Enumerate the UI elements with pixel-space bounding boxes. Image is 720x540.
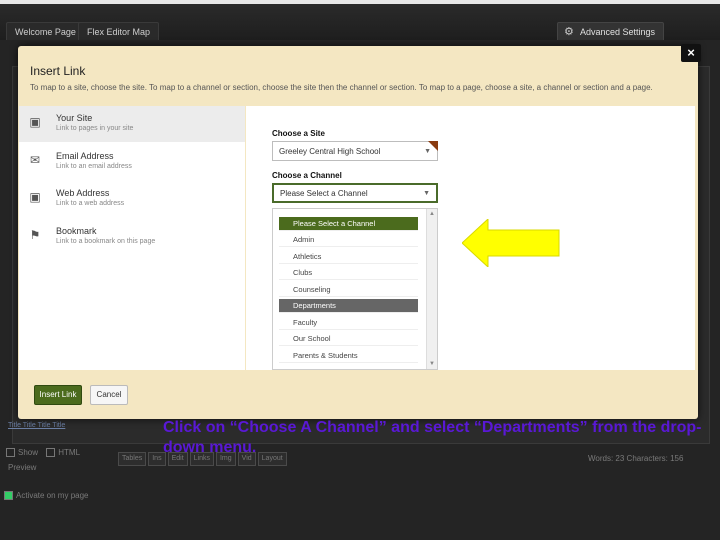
- option-title: Email Address: [56, 151, 114, 161]
- show-checkbox[interactable]: [6, 448, 15, 458]
- channel-dropdown-list[interactable]: Please Select a Channel Admin Athletics …: [272, 208, 438, 370]
- dropdown-scrollbar[interactable]: ▲ ▼: [426, 209, 437, 369]
- activate-checkbox[interactable]: [4, 491, 13, 501]
- preview-link[interactable]: Preview: [8, 463, 36, 472]
- html-checkbox-label: HTML: [58, 448, 81, 457]
- show-checkbox-label: Show: [18, 448, 39, 457]
- option-title: Bookmark: [56, 226, 97, 236]
- advanced-settings-label: Advanced Settings: [580, 27, 656, 37]
- dropdown-option-faculty[interactable]: Faculty: [279, 316, 418, 330]
- cancel-button[interactable]: Cancel: [90, 385, 128, 405]
- option-desc: Link to an email address: [56, 163, 132, 170]
- dropdown-option-departments[interactable]: Departments: [279, 299, 418, 313]
- activate-label: Activate on my page: [16, 491, 89, 500]
- instruction-annotation: Click on “Choose A Channel” and select “…: [163, 419, 702, 456]
- dropdown-option-please-select[interactable]: Please Select a Channel: [279, 217, 418, 231]
- dropdown-option-counseling[interactable]: Counseling: [279, 283, 418, 297]
- option-title: Web Address: [56, 188, 110, 198]
- option-desc: Link to a web address: [56, 200, 125, 207]
- activate-row[interactable]: Activate on my page: [4, 491, 89, 501]
- tab-welcome-page[interactable]: Welcome Page: [6, 22, 85, 41]
- advanced-settings-button[interactable]: ⚙ Advanced Settings: [557, 22, 665, 42]
- top-toolbar: Welcome Page Flex Editor Map ⚙ Advanced …: [0, 0, 720, 42]
- dropdown-option-clubs[interactable]: Clubs: [279, 266, 418, 280]
- show-checkbox-row[interactable]: Show HTML: [6, 448, 81, 458]
- dialog-title: Insert Link: [30, 64, 86, 78]
- site-icon: ▣: [29, 115, 41, 129]
- link-option-web-address[interactable]: ▣ Web Address Link to a web address: [19, 181, 245, 217]
- dropdown-option-athletics[interactable]: Athletics: [279, 250, 418, 264]
- site-select[interactable]: Greeley Central High School ▼: [272, 141, 438, 161]
- link-option-your-site[interactable]: ▣ Your Site Link to pages in your site: [19, 106, 245, 142]
- background-link[interactable]: Title Title Title Title: [8, 422, 65, 429]
- gear-icon: ⚙: [564, 26, 574, 38]
- site-select-value: Greeley Central High School: [279, 147, 381, 156]
- link-option-email[interactable]: ✉ Email Address Link to an email address: [19, 144, 245, 180]
- option-desc: Link to pages in your site: [56, 125, 134, 132]
- site-label: Choose a Site: [272, 129, 325, 138]
- dropdown-option-our-school[interactable]: Our School: [279, 332, 418, 346]
- chevron-down-icon: ▼: [423, 190, 430, 197]
- yellow-arrow-icon: [462, 219, 560, 267]
- tab-flex-editor-map[interactable]: Flex Editor Map: [78, 22, 160, 41]
- link-option-bookmark[interactable]: ⚑ Bookmark Link to a bookmark on this pa…: [19, 219, 245, 255]
- link-type-list: ▣ Your Site Link to pages in your site ✉…: [19, 106, 245, 370]
- option-desc: Link to a bookmark on this page: [56, 238, 156, 245]
- required-flag: [428, 141, 438, 151]
- dropdown-option-parents-students[interactable]: Parents & Students: [279, 349, 418, 363]
- insert-link-dialog: Insert Link To map to a site, choose the…: [18, 46, 701, 456]
- channel-select[interactable]: Please Select a Channel ▼: [272, 183, 438, 203]
- dialog-instructions: To map to a site, choose the site. To ma…: [30, 83, 653, 92]
- scroll-up-icon[interactable]: ▲: [427, 209, 437, 219]
- globe-icon: ▣: [29, 190, 41, 204]
- dropdown-option-admin[interactable]: Admin: [279, 233, 418, 247]
- close-icon[interactable]: ×: [681, 44, 701, 62]
- toolbar-tables-button[interactable]: Tables: [118, 452, 147, 466]
- browser-strip: [0, 0, 720, 4]
- envelope-icon: ✉: [29, 153, 41, 167]
- channel-select-value: Please Select a Channel: [280, 189, 368, 198]
- html-checkbox[interactable]: [46, 448, 56, 458]
- insert-link-button[interactable]: Insert Link: [34, 385, 82, 405]
- channel-label: Choose a Channel: [272, 171, 342, 180]
- scroll-down-icon[interactable]: ▼: [427, 359, 437, 369]
- bookmark-icon: ⚑: [29, 228, 41, 242]
- option-title: Your Site: [56, 113, 93, 123]
